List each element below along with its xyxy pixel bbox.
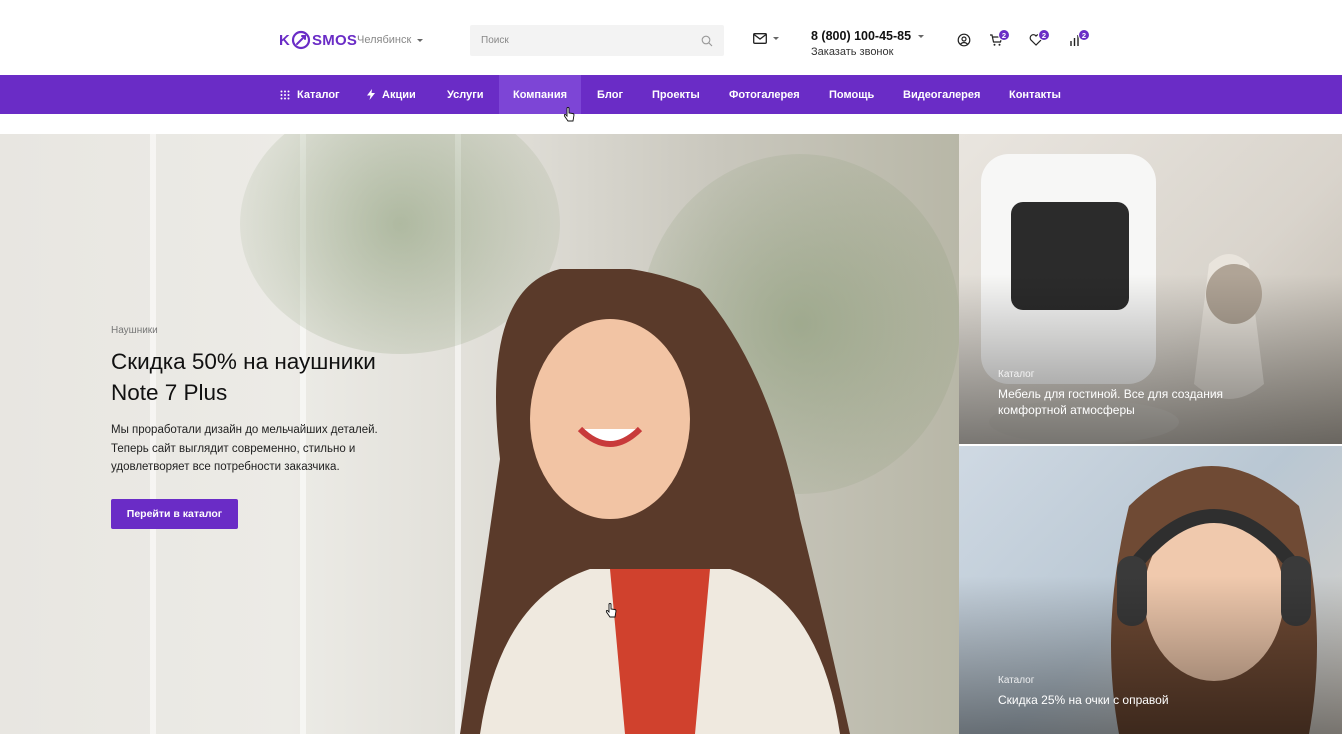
- callback-link[interactable]: Заказать звонок: [811, 46, 924, 58]
- site-header: K SMOS Челябинск 8 (800) 100-45-85: [0, 0, 1342, 75]
- rocket-logo-icon: [291, 30, 311, 50]
- promo-card-title: Скидка 25% на очки с оправой: [998, 692, 1258, 708]
- hero-category: Наушники: [111, 325, 158, 336]
- compare-count-badge: 2: [1078, 29, 1090, 41]
- promo-card-category: Каталог: [998, 675, 1035, 686]
- nav-label: Фотогалерея: [729, 88, 800, 101]
- favorites-count-badge: 2: [1038, 29, 1050, 41]
- promo-card-title-line: комфортной атмосферы: [998, 403, 1135, 417]
- promo-card[interactable]: Каталог Скидка 25% на очки с оправой: [959, 446, 1342, 734]
- hand-cursor-icon: [605, 603, 617, 618]
- search-icon[interactable]: [701, 35, 713, 47]
- nav-label: Видеогалерея: [903, 88, 981, 101]
- mail-icon: [753, 33, 767, 44]
- nav-item-blog[interactable]: Блог: [597, 75, 623, 114]
- hero-description-line: Мы проработали дизайн до мельчайших дета…: [111, 424, 378, 436]
- promo-card-title-line: Скидка 25% на очки с оправой: [998, 693, 1169, 707]
- city-selector[interactable]: Челябинск: [357, 34, 424, 46]
- hero-banner[interactable]: Наушники Скидка 50% на наушники Note 7 P…: [0, 134, 959, 734]
- nav-label: Контакты: [1009, 88, 1061, 101]
- lightning-icon: [367, 89, 375, 100]
- nav-item-photogallery[interactable]: Фотогалерея: [729, 75, 800, 114]
- hero-content: Наушники Скидка 50% на наушники Note 7 P…: [111, 325, 451, 529]
- logo[interactable]: K SMOS: [279, 30, 357, 50]
- nav-label: Каталог: [297, 88, 340, 101]
- nav-label: Услуги: [447, 88, 484, 101]
- nav-label: Блог: [597, 88, 624, 101]
- promo-card[interactable]: Каталог Мебель для гостиной. Все для соз…: [959, 134, 1342, 444]
- go-to-catalog-button[interactable]: Перейти в каталог: [111, 498, 238, 529]
- main-nav: Каталог Акции Услуги Компания Блог Проек…: [0, 75, 1342, 114]
- nav-label: Компания: [512, 88, 567, 101]
- hero-description-line: удовлетворяет все потребности заказчика.: [111, 461, 340, 473]
- nav-item-projects[interactable]: Проекты: [652, 75, 700, 114]
- phone-dropdown[interactable]: 8 (800) 100-45-85: [811, 29, 925, 43]
- search-box: [470, 25, 724, 56]
- hero-description: Мы проработали дизайн до мельчайших дета…: [111, 421, 451, 477]
- card-shade: [959, 575, 1342, 734]
- nav-label: Акции: [382, 88, 416, 101]
- hero-title: Скидка 50% на наушники Note 7 Plus: [111, 346, 451, 408]
- promo-card-title-line: Мебель для гостиной. Все для создания: [998, 387, 1224, 401]
- city-label: Челябинск: [357, 34, 412, 46]
- nav-item-videogallery[interactable]: Видеогалерея: [903, 75, 980, 114]
- mail-dropdown[interactable]: [753, 33, 779, 44]
- search-input[interactable]: [481, 35, 701, 46]
- hero-title-line: Скидка 50% на наушники: [111, 349, 376, 374]
- nav-item-services[interactable]: Услуги: [447, 75, 484, 114]
- phone-number: 8 (800) 100-45-85: [811, 29, 912, 43]
- card-shade: [959, 273, 1342, 444]
- chevron-down-icon: [918, 34, 925, 38]
- nav-item-help[interactable]: Помощь: [829, 75, 874, 114]
- chevron-down-icon: [773, 37, 779, 40]
- cart-button[interactable]: 2: [989, 29, 1010, 47]
- promo-card-text: Каталог Мебель для гостиной. Все для соз…: [998, 369, 1258, 418]
- user-icon[interactable]: [957, 33, 971, 47]
- nav-item-promotions[interactable]: Акции: [367, 75, 416, 114]
- hero-woman-image: [460, 269, 850, 734]
- promo-card-text: Каталог Скидка 25% на очки с оправой: [998, 675, 1258, 708]
- cart-count-badge: 2: [998, 29, 1010, 41]
- grid-icon: [280, 90, 290, 99]
- phone-block: 8 (800) 100-45-85 Заказать звонок: [811, 29, 925, 58]
- hero-description-line: Теперь сайт выглядит современно, стильно…: [111, 442, 356, 455]
- nav-label: Проекты: [652, 88, 700, 101]
- compare-button[interactable]: 2: [1069, 29, 1090, 47]
- chevron-down-icon: [417, 38, 424, 42]
- nav-label: Помощь: [829, 88, 875, 101]
- nav-item-catalog[interactable]: Каталог: [280, 75, 340, 114]
- logo-text-post: SMOS: [312, 31, 358, 49]
- promo-card-category: Каталог: [998, 369, 1035, 380]
- nav-item-contacts[interactable]: Контакты: [1009, 75, 1061, 114]
- logo-text-pre: K: [279, 31, 291, 49]
- promo-card-title: Мебель для гостиной. Все для создания ко…: [998, 386, 1258, 418]
- hero-title-line: Note 7 Plus: [111, 380, 228, 405]
- hand-cursor-icon: [563, 107, 575, 122]
- favorites-button[interactable]: 2: [1029, 29, 1050, 47]
